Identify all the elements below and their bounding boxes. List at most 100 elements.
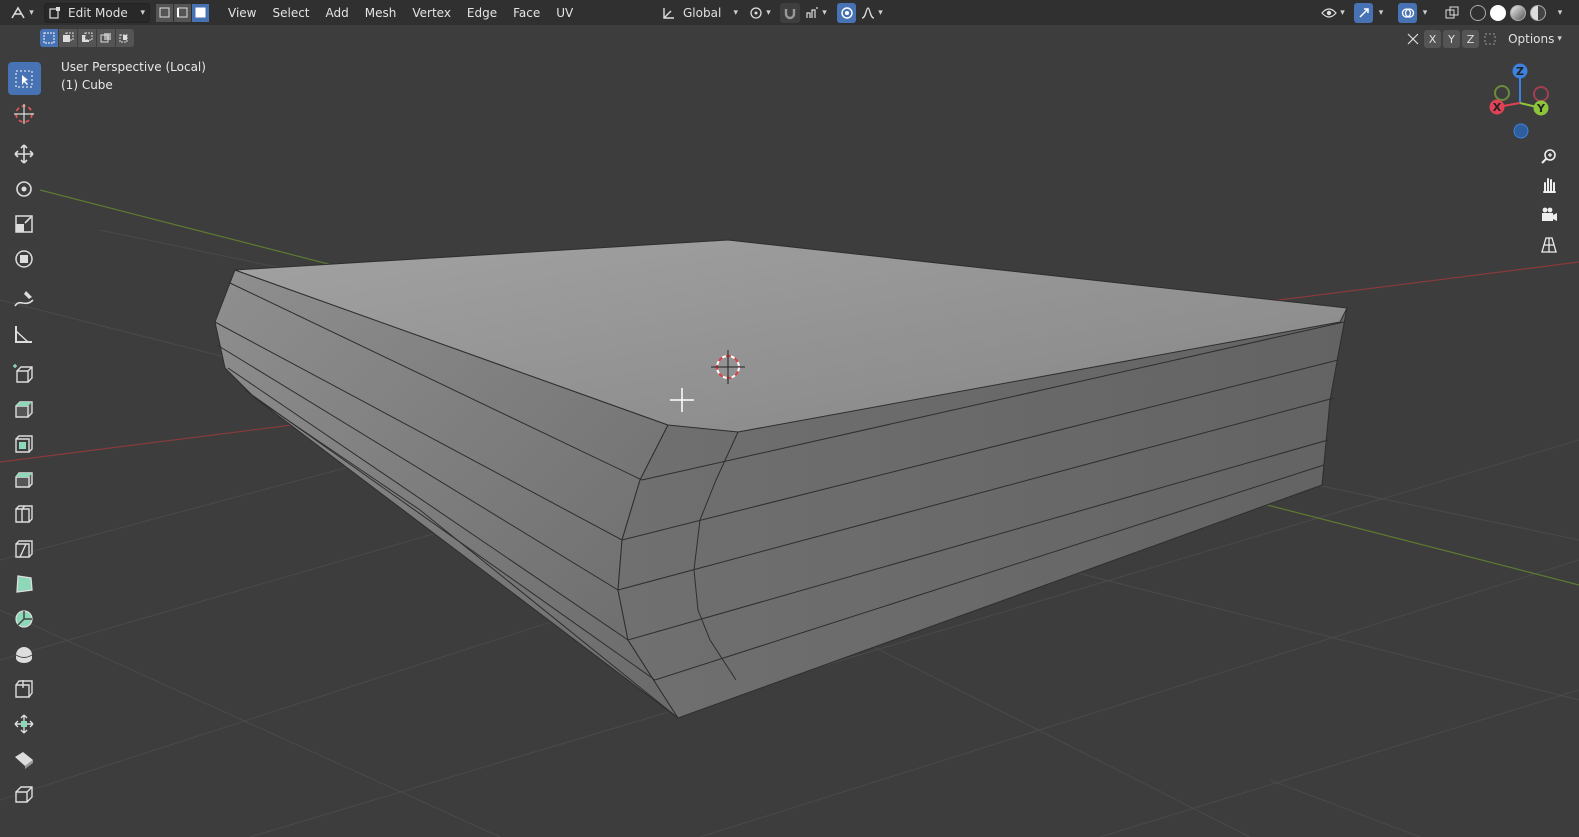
overlays-dropdown[interactable]: ▾ [1418, 3, 1432, 23]
vertex-select-button[interactable] [156, 3, 173, 22]
mirror-axes: X Y Z [1424, 30, 1481, 48]
tool-spin[interactable] [8, 602, 41, 635]
auto-merge-toggle[interactable] [1481, 29, 1499, 49]
tool-smooth[interactable] [8, 637, 41, 670]
menu-face[interactable]: Face [505, 2, 548, 24]
tool-add-cube[interactable] [8, 357, 41, 390]
gizmo-neg-y-icon[interactable] [1494, 85, 1510, 101]
falloff-dropdown[interactable]: ▾ [858, 3, 886, 23]
tool-settings-bar: X Y Z Options ▾ [0, 25, 1579, 52]
edit-mode-icon [49, 7, 60, 19]
menu-add[interactable]: Add [318, 2, 357, 24]
gizmo-neg-z-icon[interactable] [1513, 123, 1529, 139]
viewport-canvas[interactable]: X Y Z [0, 52, 1579, 837]
zoom-icon [1541, 149, 1556, 164]
orientation-icon [663, 7, 674, 19]
menu-mesh[interactable]: Mesh [357, 2, 405, 24]
tool-measure[interactable] [8, 317, 41, 350]
header-menus: View Select Add Mesh Vertex Edge Face UV [220, 2, 581, 24]
shading-dropdown[interactable]: ▾ [1553, 3, 1567, 23]
select-invert-button[interactable] [97, 29, 115, 47]
tool-shelf [5, 62, 43, 812]
snap-toggle[interactable] [780, 2, 800, 23]
menu-vertex[interactable]: Vertex [404, 2, 459, 24]
solid-shading-icon[interactable] [1490, 4, 1506, 21]
edge-select-button[interactable] [174, 3, 191, 22]
tool-shear[interactable] [8, 742, 41, 775]
mode-dropdown[interactable]: Edit Mode ▾ [44, 2, 150, 23]
face-select-button[interactable] [192, 3, 209, 22]
menu-edge[interactable]: Edge [459, 2, 505, 24]
mirror-options-button[interactable] [1404, 29, 1422, 49]
tool-rip-region[interactable] [8, 777, 41, 810]
move-icon [14, 143, 34, 164]
camera-view-button[interactable] [1536, 202, 1562, 228]
tool-cursor[interactable] [8, 97, 41, 130]
smooth-icon [15, 646, 33, 663]
overlays-toggle[interactable] [1398, 2, 1417, 23]
gizmo-neg-x-icon[interactable] [1533, 86, 1549, 102]
mirror-x-toggle[interactable]: X [1424, 30, 1441, 48]
select-extend-button[interactable] [59, 29, 77, 47]
pivot-dropdown[interactable]: ▾ [746, 3, 774, 23]
rendered-shading-icon[interactable] [1530, 4, 1546, 21]
add-cube-icon [13, 363, 33, 383]
navigation-gizmo[interactable]: X Y Z [1489, 63, 1549, 139]
tool-move[interactable] [8, 137, 41, 170]
tool-scale[interactable] [8, 207, 41, 240]
tool-annotate[interactable] [8, 282, 41, 315]
viewport-header: ▾ Edit Mode ▾ View Select Add Mesh Verte… [0, 0, 1579, 25]
magnet-icon [784, 8, 796, 19]
face-select-icon [195, 7, 206, 18]
xray-toggle[interactable] [1442, 3, 1462, 23]
select-subtract-icon [82, 32, 93, 42]
pivot-icon [750, 6, 762, 19]
scale-icon [15, 214, 33, 233]
poly-build-icon [16, 574, 33, 593]
options-dropdown[interactable]: Options ▾ [1504, 29, 1566, 49]
tool-rotate[interactable] [8, 172, 41, 205]
bevel-icon [15, 471, 33, 488]
rip-region-icon [15, 785, 33, 803]
edge-slide-icon [15, 679, 33, 698]
menu-view[interactable]: View [220, 2, 264, 24]
tool-extrude[interactable] [8, 392, 41, 425]
orientation-dropdown[interactable]: Global ▾ [662, 3, 738, 23]
tool-loop-cut[interactable] [8, 497, 41, 530]
material-shading-icon[interactable] [1510, 4, 1526, 21]
tool-bevel[interactable] [8, 462, 41, 495]
gizmo-toggle[interactable] [1354, 2, 1373, 23]
mirror-z-toggle[interactable]: Z [1462, 30, 1479, 48]
proportional-edit-toggle[interactable] [837, 2, 856, 23]
select-box-icon [15, 70, 33, 87]
select-intersect-button[interactable] [116, 29, 134, 47]
select-new-button[interactable] [40, 29, 58, 47]
pan-button[interactable] [1536, 172, 1562, 198]
select-subtract-button[interactable] [78, 29, 96, 47]
eye-icon [1321, 7, 1338, 18]
zoom-button[interactable] [1536, 143, 1562, 169]
tool-poly-build[interactable] [8, 567, 41, 600]
tool-select-box[interactable] [7, 62, 41, 95]
gizmo-dropdown[interactable]: ▾ [1374, 3, 1388, 23]
snap-target-dropdown[interactable]: ▾ [802, 3, 830, 23]
vertex-select-icon [159, 7, 170, 18]
editor-type-button[interactable]: ▾ [8, 3, 36, 23]
tool-knife[interactable] [8, 532, 41, 565]
select-invert-icon [100, 33, 111, 43]
options-label: Options [1508, 32, 1555, 46]
measure-icon [15, 325, 32, 343]
tool-shrink-fatten[interactable] [8, 707, 41, 740]
mirror-y-toggle[interactable]: Y [1443, 30, 1460, 48]
tool-edge-slide[interactable] [8, 672, 41, 705]
tool-inset[interactable] [8, 427, 41, 460]
hand-icon [1543, 178, 1556, 193]
visibility-dropdown[interactable]: ▾ [1318, 3, 1348, 23]
cube-mesh[interactable] [214, 239, 1348, 719]
wireframe-shading-icon[interactable] [1470, 4, 1486, 21]
menu-select[interactable]: Select [264, 2, 317, 24]
perspective-toggle-button[interactable] [1536, 232, 1562, 258]
tool-transform[interactable] [8, 242, 41, 275]
menu-uv[interactable]: UV [548, 2, 581, 24]
extrude-icon [15, 400, 33, 418]
